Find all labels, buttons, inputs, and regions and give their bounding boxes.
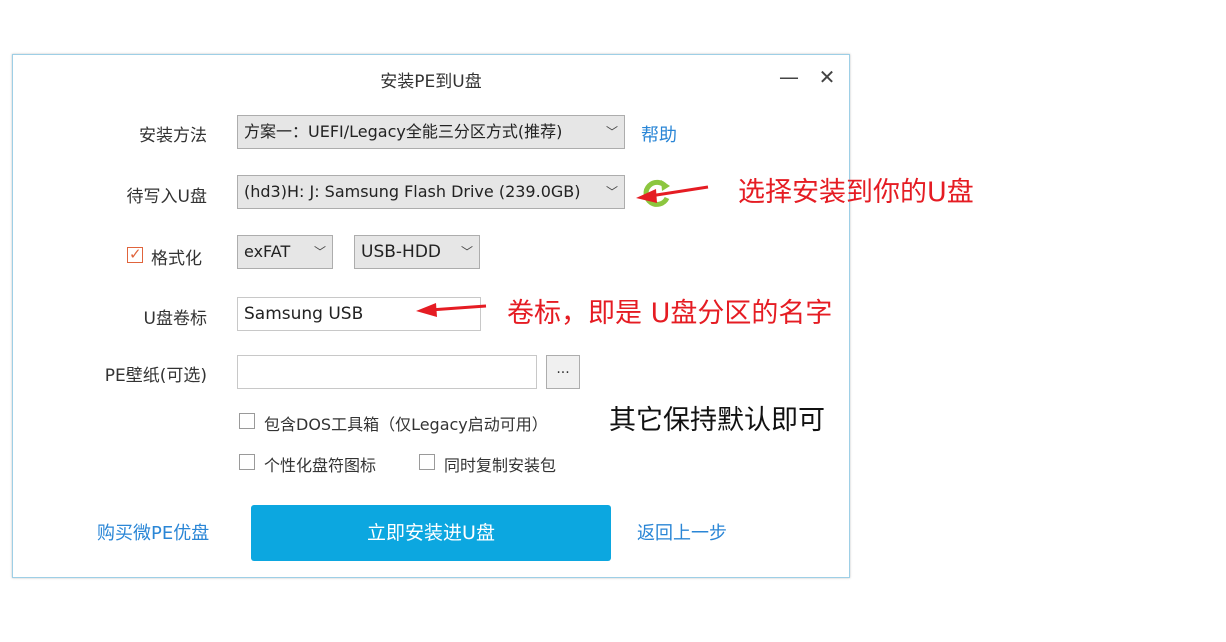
- arrow-to-volume-input: [416, 303, 487, 317]
- annotation-select-usb: 选择安装到你的U盘: [738, 177, 974, 208]
- arrow-to-usb-select: [636, 185, 709, 203]
- annotation-volume-label: 卷标，即是 U盘分区的名字: [507, 298, 833, 329]
- annotation-keep-default: 其它保持默认即可: [609, 405, 825, 436]
